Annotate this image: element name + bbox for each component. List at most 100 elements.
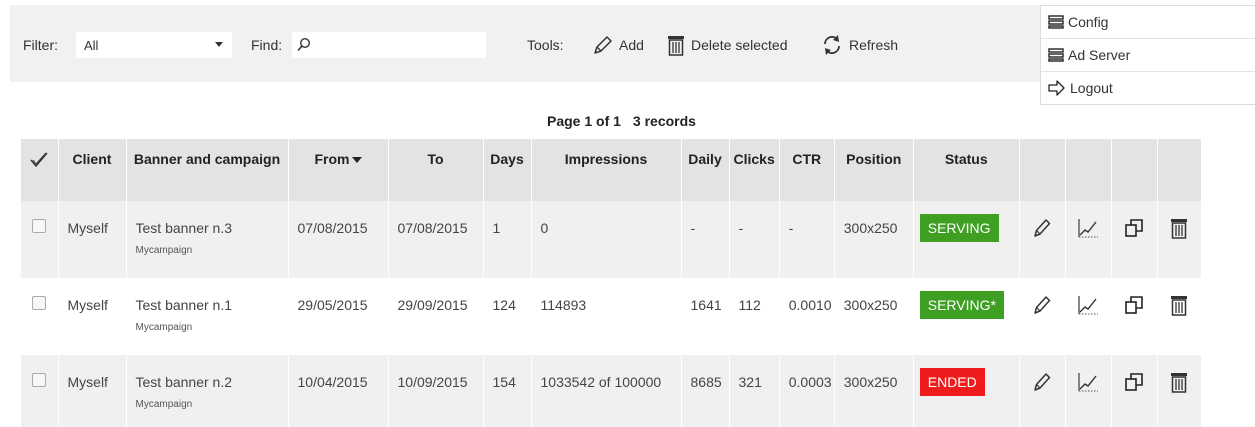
filter-select[interactable]: All: [76, 32, 232, 58]
chevron-down-icon: [215, 42, 223, 47]
list-icon: [1048, 48, 1064, 62]
cell-days: 154: [483, 355, 532, 427]
campaign-name: Mycampaign: [135, 399, 193, 410]
pagination-info: Page 1 of 1 3 records: [547, 113, 708, 129]
edit-action[interactable]: [1019, 201, 1066, 278]
campaign-name: Mycampaign: [135, 245, 193, 256]
table-row: Myself Test banner n.1 Mycampaign 29/05/…: [21, 278, 1202, 355]
header-actions-edit: [1019, 139, 1066, 201]
cell-status: ENDED: [913, 355, 1020, 427]
select-all-header[interactable]: [21, 139, 59, 201]
delete-selected-label: Delete selected: [691, 37, 788, 53]
banner-name[interactable]: Test banner n.2: [136, 374, 233, 390]
header-actions-copy: [1111, 139, 1158, 201]
find-input[interactable]: [292, 32, 486, 58]
stats-action[interactable]: [1065, 355, 1112, 427]
find-label: Find:: [251, 37, 283, 53]
refresh-icon: [824, 35, 840, 55]
cell-ctr: 0.0003: [779, 355, 835, 427]
copy-action[interactable]: [1111, 278, 1158, 355]
header-days[interactable]: Days: [483, 139, 532, 201]
delete-action[interactable]: [1157, 355, 1202, 427]
cell-banner: Test banner n.1 Mycampaign: [126, 278, 289, 355]
status-badge: SERVING*: [919, 291, 1004, 319]
refresh-button[interactable]: Refresh: [820, 31, 898, 59]
cell-impressions: 1033542 of 100000: [531, 355, 682, 427]
pencil-icon: [1034, 296, 1051, 314]
header-actions-stats: [1065, 139, 1112, 201]
header-from[interactable]: From: [288, 139, 389, 201]
cell-position: 300x250: [834, 355, 914, 427]
trash-icon: [1171, 296, 1188, 316]
header-status[interactable]: Status: [913, 139, 1020, 201]
cell-client: Myself: [58, 201, 127, 278]
menu-item-config[interactable]: Config: [1041, 6, 1255, 39]
row-checkbox[interactable]: [32, 296, 47, 310]
tools-label: Tools:: [527, 37, 564, 53]
trash-icon: [1171, 219, 1188, 239]
cell-clicks: 321: [729, 355, 780, 427]
header-from-label: From: [314, 151, 350, 167]
row-checkbox-cell: [21, 278, 59, 355]
header-clicks[interactable]: Clicks: [729, 139, 780, 201]
list-icon: [1048, 15, 1064, 29]
pencil-icon: [594, 36, 612, 54]
cell-ctr: 0.0010: [779, 278, 835, 355]
row-checkbox-cell: [21, 201, 59, 278]
stats-action[interactable]: [1065, 278, 1112, 355]
line-chart-icon: [1078, 219, 1099, 238]
checkmark-icon: [30, 152, 48, 168]
cell-days: 124: [483, 278, 532, 355]
copy-icon: [1125, 219, 1144, 237]
banners-table: Client Banner and campaign From To Days …: [21, 139, 1202, 427]
cell-daily: 1641: [681, 278, 730, 355]
cell-client: Myself: [58, 278, 127, 355]
header-client[interactable]: Client: [58, 139, 127, 201]
cell-clicks: -: [729, 201, 780, 278]
logout-arrow-icon: [1048, 80, 1065, 96]
cell-to: 07/08/2015: [388, 201, 484, 278]
row-checkbox[interactable]: [32, 219, 47, 233]
header-position[interactable]: Position: [834, 139, 914, 201]
add-button-label: Add: [619, 37, 644, 53]
cell-ctr: -: [779, 201, 835, 278]
cell-banner: Test banner n.3 Mycampaign: [126, 201, 289, 278]
banner-name[interactable]: Test banner n.1: [136, 297, 233, 313]
edit-action[interactable]: [1019, 355, 1066, 427]
header-ctr[interactable]: CTR: [779, 139, 835, 201]
header-impressions[interactable]: Impressions: [531, 139, 682, 201]
header-banner[interactable]: Banner and campaign: [126, 139, 289, 201]
trash-icon: [1171, 373, 1188, 393]
cell-from: 10/04/2015: [288, 355, 389, 427]
header-daily[interactable]: Daily: [681, 139, 730, 201]
menu-item-logout[interactable]: Logout: [1041, 72, 1255, 104]
status-badge: SERVING: [919, 214, 999, 242]
pencil-icon: [1034, 373, 1051, 391]
page-indicator: Page 1 of 1: [547, 113, 621, 129]
delete-selected-button[interactable]: Delete selected: [666, 31, 788, 59]
header-actions-delete: [1157, 139, 1202, 201]
edit-action[interactable]: [1019, 278, 1066, 355]
cell-status: SERVING*: [913, 278, 1020, 355]
delete-action[interactable]: [1157, 278, 1202, 355]
copy-action[interactable]: [1111, 201, 1158, 278]
delete-action[interactable]: [1157, 201, 1202, 278]
pencil-icon: [1034, 219, 1051, 237]
copy-action[interactable]: [1111, 355, 1158, 427]
cell-from: 29/05/2015: [288, 278, 389, 355]
menu-item-ad-server[interactable]: Ad Server: [1041, 39, 1255, 72]
header-to[interactable]: To: [388, 139, 484, 201]
stats-action[interactable]: [1065, 201, 1112, 278]
status-badge: ENDED: [919, 368, 985, 396]
trash-icon: [668, 36, 684, 56]
copy-icon: [1125, 373, 1144, 391]
row-checkbox-cell: [21, 355, 59, 427]
banner-name[interactable]: Test banner n.3: [136, 220, 233, 236]
add-button[interactable]: Add: [592, 31, 644, 59]
table-row: Myself Test banner n.3 Mycampaign 07/08/…: [21, 201, 1202, 278]
cell-impressions: 114893: [531, 278, 682, 355]
menu-item-config-label: Config: [1068, 14, 1109, 30]
table-header-row: Client Banner and campaign From To Days …: [21, 139, 1202, 201]
row-checkbox[interactable]: [32, 373, 47, 387]
campaign-name: Mycampaign: [135, 322, 193, 333]
